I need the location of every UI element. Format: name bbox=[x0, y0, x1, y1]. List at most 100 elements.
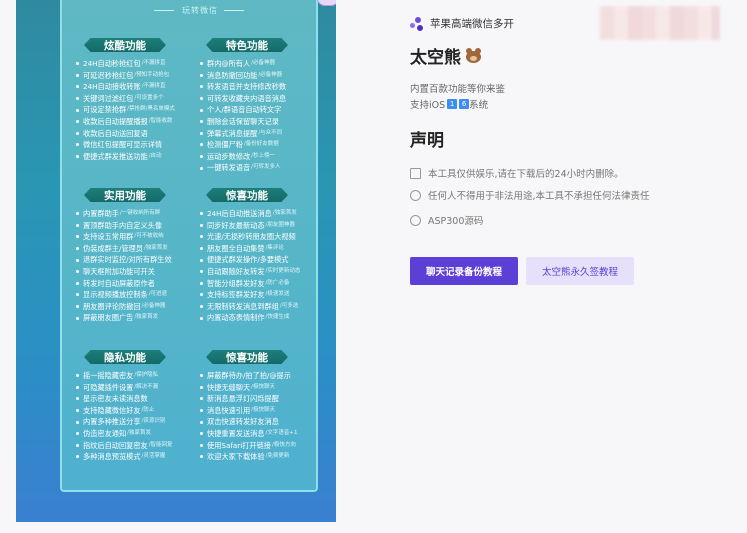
decoration-bubble-icon bbox=[317, 0, 336, 6]
section-title: 炫酷功能 bbox=[84, 36, 166, 54]
bullet-icon bbox=[76, 385, 79, 389]
feature-text: 自动跟随好友转发 bbox=[207, 266, 265, 276]
feature-text: 置顶群助手内自定义头像 bbox=[83, 220, 163, 230]
feature-item: 个人/群语音自动转文字 bbox=[200, 104, 318, 116]
feature-item: 欢迎大家下载体验/免费更新 bbox=[200, 451, 318, 463]
feature-list: 24H自动秒抢红包/不漏拼直 可延迟秒抢红包/预知手动抢包 24H自动接收转账/不漏… bbox=[76, 58, 180, 162]
bullet-icon bbox=[76, 420, 79, 424]
feature-item: 伪造密友通知/独家首发 bbox=[76, 428, 194, 440]
page-title-text: 太空熊 bbox=[410, 48, 461, 68]
bullet-icon bbox=[76, 108, 79, 112]
bullet-icon bbox=[200, 73, 203, 77]
feature-text: 新消息悬浮灯闪烁提醒 bbox=[207, 394, 279, 404]
bullet-icon bbox=[200, 443, 203, 447]
feature-text: 支持隐藏微信好友 bbox=[83, 405, 141, 415]
feature-item: 摇一摇隐藏密友/保护隐私 bbox=[76, 370, 194, 382]
feature-text: 一键转发语音 bbox=[207, 163, 251, 173]
feature-text: 消息快速引用 bbox=[207, 405, 251, 415]
bullet-icon bbox=[76, 397, 79, 401]
feature-text: 微信红包提醒可显示详情 bbox=[83, 140, 163, 150]
feature-text: 多种消息预览模式 bbox=[83, 452, 141, 462]
bullet-icon bbox=[200, 143, 203, 147]
feature-item: 朋友圈全自动集赞/集评论 bbox=[200, 243, 318, 255]
statement-item: ASP300源码 bbox=[410, 213, 483, 227]
feature-tag: /保护隐私 bbox=[134, 372, 159, 378]
bullet-icon bbox=[76, 409, 79, 413]
feature-item: 星示密友未读消息数 bbox=[76, 393, 194, 405]
feature-text: 支持设五常用群 bbox=[83, 232, 134, 242]
feature-text: 转发时自动屏蔽原作者 bbox=[83, 278, 155, 288]
feature-item: 支持隐藏微信好友/防止 bbox=[76, 405, 194, 417]
feature-tag: /预知手动抢包 bbox=[134, 71, 170, 78]
feature-tag: /可多选 bbox=[279, 302, 299, 309]
support-prefix: 支持iOS bbox=[410, 100, 446, 111]
bullet-icon bbox=[76, 305, 79, 309]
bullet-icon bbox=[200, 420, 203, 424]
feature-text: 收款后自动提醒播报 bbox=[83, 116, 148, 126]
feature-text: 支持标签群发好友 bbox=[207, 290, 265, 300]
feature-tag: /一键收纳所有群 bbox=[119, 210, 161, 216]
feature-item: 新消息悬浮灯闪烁提醒 bbox=[200, 393, 318, 405]
feature-text: 屏蔽群待办/拍了拍/@提示 bbox=[207, 371, 291, 380]
feature-item: 智能分组群发好友/防广必备 bbox=[200, 278, 318, 290]
bullet-icon bbox=[76, 212, 79, 216]
feature-tag: /独家首发 bbox=[134, 314, 159, 321]
feature-item: 内置多种推送分享/资源识别 bbox=[76, 416, 194, 428]
feature-item: 退群实时监控/对所有群生效 bbox=[76, 254, 194, 266]
feature-text: 转发语音并支持修改秒数 bbox=[207, 82, 287, 92]
feature-item: 消息快速引用/极快聊天 bbox=[200, 405, 318, 417]
statement-text: 本工具仅供娱乐,请在下载后的24小时内删除。 bbox=[428, 169, 624, 180]
bullet-icon bbox=[200, 281, 203, 285]
feature-item: 置顶群助手内自定义头像 bbox=[76, 220, 194, 232]
bullet-icon bbox=[200, 108, 203, 112]
feature-text: 删除会话保留聊天记录 bbox=[207, 116, 279, 126]
feature-tag: /与众不同 bbox=[258, 129, 283, 136]
feature-item: 光速/无损秒转朋友圈大视频 bbox=[200, 231, 318, 243]
section-title: 惊喜功能 bbox=[206, 348, 288, 366]
warning-icon bbox=[410, 189, 421, 201]
feature-tag: /必备神器 bbox=[141, 302, 166, 309]
feature-text: 弹幕式消息提醒 bbox=[207, 128, 258, 138]
feature-text: 朋友圈评论防撤回 bbox=[83, 301, 141, 311]
chat-backup-tutorial-button[interactable]: 聊天记录备份教程 bbox=[410, 257, 518, 285]
statement-text: ASP300源码 bbox=[428, 216, 484, 227]
feature-item: 伪装成群主/管理员/独家首发 bbox=[76, 243, 194, 255]
feature-item: 24H自动秒抢红包/不漏拼直 bbox=[76, 58, 180, 70]
feature-text: 伪造密友通知 bbox=[83, 428, 127, 438]
statement-heading: 声明 bbox=[410, 131, 444, 151]
feature-text: 聊天框附加功能可开关 bbox=[83, 266, 155, 276]
statement-item: 任何人不得用于非法用途,本工具不承担任何法律责任 bbox=[410, 188, 650, 202]
bullet-icon bbox=[200, 97, 203, 101]
feature-tag: /不漏拼直 bbox=[141, 83, 166, 90]
feature-tag: /可转发多人 bbox=[251, 164, 281, 171]
feature-text: 智能分组群发好友 bbox=[207, 278, 265, 288]
feature-item: 支持设五常用群/可不被收纳 bbox=[76, 231, 194, 243]
feature-text: 内置多种推送分享 bbox=[83, 417, 141, 427]
feature-text: 内置动态表情制作 bbox=[207, 313, 265, 323]
bullet-icon bbox=[200, 270, 203, 274]
feature-text: 24H自动秒抢红包 bbox=[83, 59, 141, 68]
permanent-sign-tutorial-button[interactable]: 太空熊永久签教程 bbox=[526, 257, 634, 285]
bullet-icon bbox=[76, 143, 79, 147]
bullet-icon bbox=[76, 120, 79, 124]
bullet-icon bbox=[76, 432, 79, 436]
feature-list: 24H后自动推送消息/独家首发 同步好友最新动态/朋友圈神器 光速/无损秒转朋友圈大… bbox=[200, 208, 318, 324]
feature-text: 收款后自动送回复语 bbox=[83, 128, 148, 138]
feature-tag: /灵活掌握 bbox=[141, 453, 166, 460]
bullet-icon bbox=[76, 223, 79, 227]
feature-section: 特色功能 群内@所有人/必备神器 消息防撤回功能/必备神器 转发语音并支持修改秒数可… bbox=[200, 36, 318, 174]
ios-version-badge: 6 bbox=[459, 99, 470, 109]
feature-item: 可转发收藏夹内语音消息 bbox=[200, 93, 318, 105]
ios-support: 支持iOS 1 6 系统 bbox=[410, 97, 488, 111]
feature-tag: /备份好友数据 bbox=[243, 141, 279, 148]
feature-list: 摇一摇隐藏密友/保护隐私 可隐藏插件设置/解决不漏 星示密友未读消息数 支持隐藏微信好… bbox=[76, 370, 194, 463]
feature-tag: /智能收款 bbox=[148, 117, 173, 124]
feature-text: 指纹后自动回复密友 bbox=[83, 440, 148, 450]
bullet-icon bbox=[200, 166, 203, 170]
bullet-icon bbox=[76, 131, 79, 135]
feature-tag: /必备神器 bbox=[258, 71, 283, 78]
section-title: 隐私功能 bbox=[84, 348, 166, 366]
feature-text: 快捷无缝聊天 bbox=[207, 382, 251, 392]
feature-item: 弹幕式消息提醒/与众不同 bbox=[200, 128, 318, 140]
feature-text: 24H自动接收转账 bbox=[83, 82, 141, 92]
